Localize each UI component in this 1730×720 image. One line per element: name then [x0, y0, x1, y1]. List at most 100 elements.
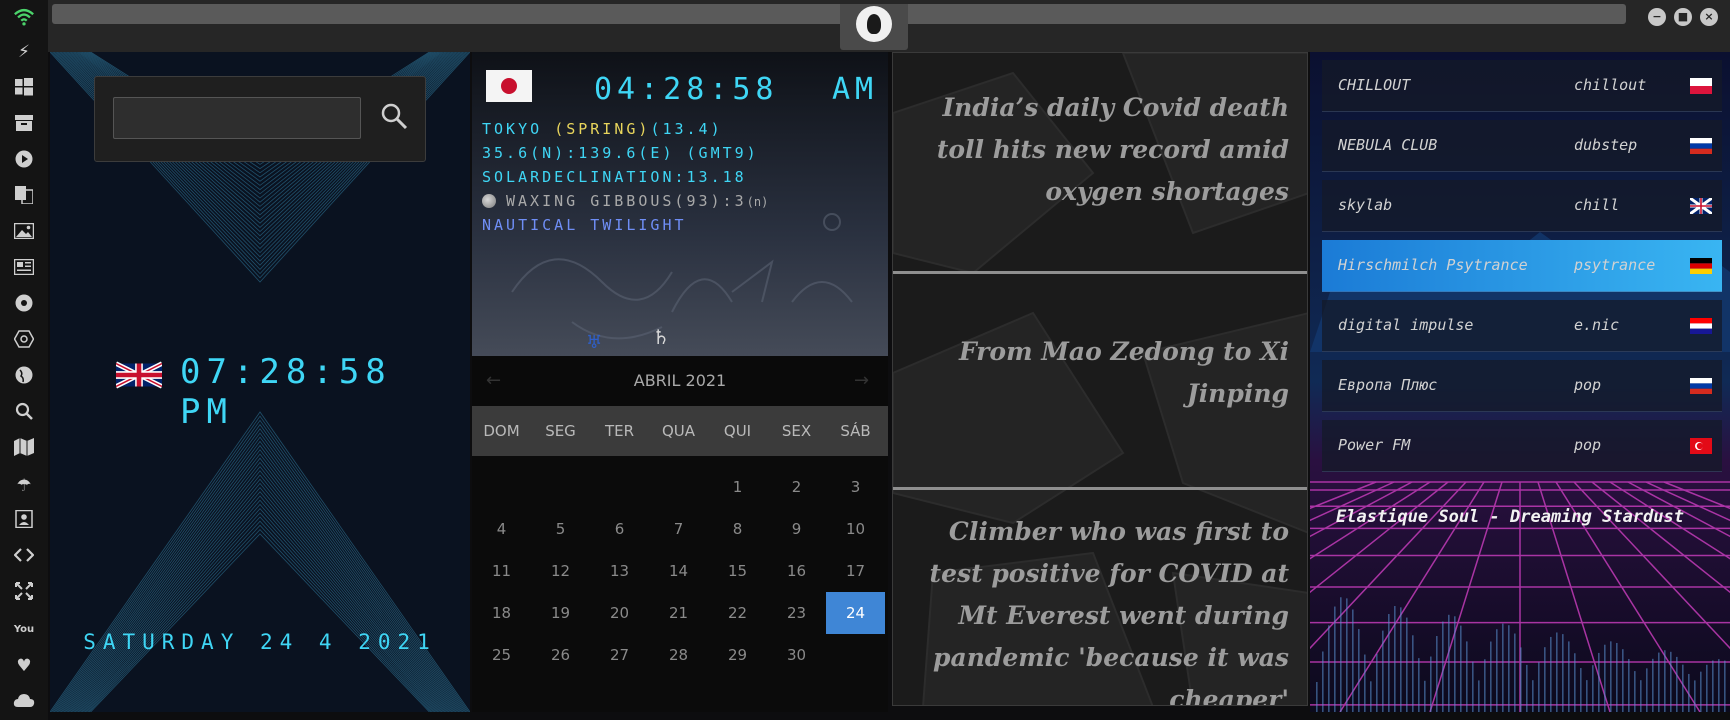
calendar-day[interactable]: 8 — [708, 508, 767, 550]
map-icon[interactable] — [12, 438, 36, 462]
calendar-header: ← ABRIL 2021 → — [472, 356, 888, 406]
calendar-day[interactable]: 14 — [649, 550, 708, 592]
archive-icon[interactable] — [12, 114, 36, 138]
calendar-day[interactable]: 16 — [767, 550, 826, 592]
search-icon[interactable] — [379, 101, 409, 131]
weekday-label: DOM — [483, 422, 520, 440]
maximize-button[interactable]: ■ — [1674, 8, 1692, 26]
code-icon[interactable] — [12, 546, 36, 570]
calendar-day[interactable]: 28 — [649, 634, 708, 676]
calendar-day[interactable]: 15 — [708, 550, 767, 592]
station-name: Power FM — [1338, 436, 1411, 454]
calendar-day[interactable]: 17 — [826, 550, 885, 592]
heart-icon[interactable]: ♥ — [12, 654, 36, 678]
fullscreen-icon[interactable] — [12, 582, 36, 606]
radio-panel: CHILLOUT chillout NEBULA CLUB dubstep skylab… — [1310, 52, 1730, 712]
calendar-day[interactable]: 11 — [472, 550, 531, 592]
wifi-icon[interactable] — [12, 6, 36, 30]
calendar-day[interactable]: 1 — [708, 466, 767, 508]
bolt-icon[interactable]: ⚡ — [12, 40, 36, 64]
globe-icon[interactable] — [12, 366, 36, 390]
play-icon[interactable] — [12, 150, 36, 174]
calendar-day[interactable]: 27 — [590, 634, 649, 676]
station-genre: pop — [1574, 436, 1602, 454]
city-name: TOKYO — [482, 120, 555, 138]
news-panel: India’s daily Covid death toll hits new … — [892, 52, 1308, 706]
calendar-day[interactable]: 25 — [472, 634, 531, 676]
umbrella-icon[interactable]: ☂ — [12, 474, 36, 498]
calendar-day[interactable]: 6 — [590, 508, 649, 550]
moon-phase: WAXING GIBBOUS(93):3 — [506, 192, 747, 210]
city-season-line: TOKYO (SPRING)(13.4) — [482, 120, 723, 138]
pl-flag-icon — [1690, 78, 1712, 94]
station-genre: chillout — [1574, 76, 1647, 94]
astro-calendar-panel: ♅ ♄ 04:28:58 AM TOKYO (SPRING)(13.4) 35.… — [472, 52, 888, 712]
translate-icon[interactable] — [12, 186, 36, 210]
weekday-label: SEG — [545, 422, 576, 440]
calendar-day[interactable]: 10 — [826, 508, 885, 550]
image-icon[interactable] — [12, 222, 36, 246]
station-row[interactable]: skylab chill — [1322, 180, 1722, 232]
rebel-logo-icon — [856, 6, 892, 42]
news-divider — [893, 487, 1307, 490]
weekday-label: TER — [604, 422, 635, 440]
calendar-day-selected[interactable]: 24 — [826, 592, 885, 634]
station-row[interactable]: Power FM pop — [1322, 420, 1722, 472]
calendar-day[interactable]: 22 — [708, 592, 767, 634]
station-row[interactable]: Европа Плюс pop — [1322, 360, 1722, 412]
solar-declination: SOLARDECLINATION:13.18 — [482, 168, 747, 186]
calendar-day[interactable]: 12 — [531, 550, 590, 592]
hexagon-icon[interactable] — [12, 330, 36, 354]
moon-phase-line: WAXING GIBBOUS(93):3(n) — [506, 192, 768, 210]
station-name: CHILLOUT — [1338, 76, 1411, 94]
remote-time: 04:28:58 — [594, 72, 779, 107]
close-button[interactable]: × — [1700, 8, 1718, 26]
contact-icon[interactable] — [12, 509, 36, 534]
calendar-day[interactable]: 29 — [708, 634, 767, 676]
windows-icon[interactable] — [12, 78, 36, 102]
ru-flag-icon — [1690, 138, 1712, 154]
twilight-status: NAUTICAL TWILIGHT — [482, 216, 687, 234]
calendar-day[interactable]: 18 — [472, 592, 531, 634]
cloud-icon[interactable] — [12, 690, 36, 714]
calendar-day[interactable]: 23 — [767, 592, 826, 634]
calendar-day[interactable]: 3 — [826, 466, 885, 508]
calendar-day[interactable]: 2 — [767, 466, 826, 508]
calendar-next-button[interactable]: → — [854, 370, 869, 391]
calendar-day[interactable]: 9 — [767, 508, 826, 550]
news-icon[interactable] — [12, 258, 36, 282]
top-bar: − ■ × — [48, 0, 1730, 52]
settings-icon[interactable] — [12, 294, 36, 318]
news-item[interactable]: From Mao Zedong to Xi Jinping — [909, 331, 1289, 415]
calendar-day[interactable]: 26 — [531, 634, 590, 676]
search-icon[interactable] — [12, 402, 36, 426]
address-bar[interactable] — [52, 4, 1626, 24]
station-row[interactable]: Hirschmilch Psytrance psytrance — [1322, 240, 1722, 292]
news-item[interactable]: Climber who was first to test positive f… — [909, 511, 1289, 705]
rebel-logo-tab[interactable] — [840, 4, 908, 50]
de-flag-icon — [1690, 258, 1712, 274]
youtube-icon[interactable]: You — [12, 618, 36, 642]
station-row[interactable]: CHILLOUT chillout — [1322, 60, 1722, 112]
moon-suffix: (n) — [746, 195, 769, 209]
calendar-day[interactable]: 20 — [590, 592, 649, 634]
hr-flag-icon — [1690, 318, 1712, 334]
calendar-day[interactable]: 5 — [531, 508, 590, 550]
station-name: skylab — [1338, 196, 1393, 214]
search-input[interactable] — [113, 97, 361, 139]
news-divider — [893, 271, 1307, 274]
news-item[interactable]: India’s daily Covid death toll hits new … — [909, 87, 1289, 213]
calendar-day[interactable]: 4 — [472, 508, 531, 550]
calendar-day[interactable]: 21 — [649, 592, 708, 634]
remote-ampm: AM — [832, 72, 879, 107]
coordinates: 35.6(N):139.6(E) (GMT9) — [482, 144, 759, 162]
calendar-day[interactable]: 30 — [767, 634, 826, 676]
calendar-day[interactable]: 13 — [590, 550, 649, 592]
astro-info: ♅ ♄ 04:28:58 AM TOKYO (SPRING)(13.4) 35.… — [472, 52, 888, 356]
station-row[interactable]: digital impulse e.nic — [1322, 300, 1722, 352]
station-row[interactable]: NEBULA CLUB dubstep — [1322, 120, 1722, 172]
calendar-day[interactable]: 19 — [531, 592, 590, 634]
calendar-day[interactable]: 7 — [649, 508, 708, 550]
minimize-button[interactable]: − — [1648, 8, 1666, 26]
now-playing: Elastique Soul - Dreaming Stardust — [1336, 507, 1684, 527]
